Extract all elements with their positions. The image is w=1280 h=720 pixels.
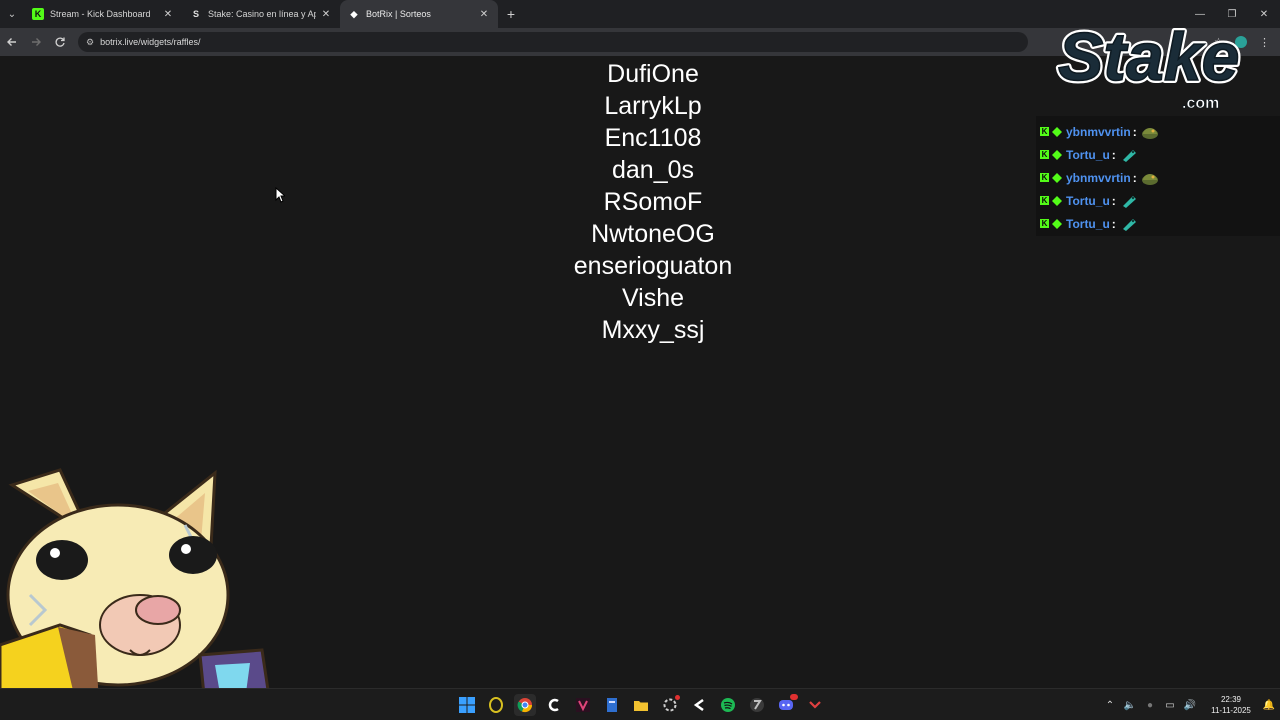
opera-gx-icon[interactable] bbox=[485, 694, 507, 716]
clock-date: 11-11-2025 bbox=[1211, 706, 1251, 715]
close-tab-icon[interactable]: ✕ bbox=[320, 9, 332, 20]
chat-overlay: K ybnmvvrtin : K Tortu_u : K ybnmvvrtin … bbox=[1036, 116, 1280, 236]
notification-bell-icon[interactable]: 🔔 bbox=[1258, 700, 1280, 711]
taskbar-apps bbox=[452, 689, 829, 720]
close-tab-icon[interactable]: ✕ bbox=[162, 9, 174, 20]
chrome-icon[interactable] bbox=[513, 694, 536, 716]
diamond-badge-icon bbox=[1052, 126, 1062, 137]
chat-message: K ybnmvvrtin : bbox=[1036, 120, 1280, 143]
mouse-cursor-icon bbox=[275, 187, 285, 203]
chat-username: Tortu_u bbox=[1066, 193, 1110, 208]
chat-message: K Tortu_u : bbox=[1036, 189, 1280, 212]
teal-fish-emote-icon bbox=[1122, 195, 1136, 208]
chat-message: K Tortu_u : bbox=[1036, 212, 1280, 235]
diamond-badge-icon bbox=[1052, 149, 1062, 160]
chat-colon: : bbox=[1111, 216, 1116, 231]
chat-colon: : bbox=[1111, 193, 1116, 208]
tab-stake[interactable]: S Stake: Casino en línea y Apuest ✕ bbox=[182, 0, 340, 28]
media-app-icon[interactable] bbox=[572, 694, 594, 716]
forward-arrow-icon bbox=[32, 38, 41, 46]
chat-colon: : bbox=[1111, 147, 1116, 162]
clock-time: 22:39 bbox=[1220, 695, 1242, 704]
raffle-winners-list: DufiOne LarrykLp Enc1108 dan_0s RSomoF N… bbox=[453, 58, 853, 346]
botrix-favicon-icon: ◆ bbox=[350, 8, 358, 19]
army-helmet-emote-icon bbox=[1141, 127, 1158, 139]
editor-app-icon[interactable] bbox=[601, 694, 623, 716]
tab-kick-dashboard[interactable]: K Stream - Kick Dashboard ✕ bbox=[24, 0, 182, 28]
winner-name: enserioguaton bbox=[573, 252, 733, 280]
kick-badge-icon: K bbox=[1040, 219, 1049, 228]
kick-badge-icon: K bbox=[1040, 173, 1049, 182]
microphone-icon[interactable]: ● bbox=[1140, 700, 1160, 711]
close-tab-icon[interactable]: ✕ bbox=[478, 9, 490, 20]
discord-icon[interactable] bbox=[775, 694, 798, 716]
tab-title: Stake: Casino en línea y Apuest bbox=[208, 9, 316, 19]
winner-name: NwtoneOG bbox=[591, 220, 715, 248]
kick-badge-icon: K bbox=[1040, 196, 1049, 205]
kick-badge-icon: K bbox=[1040, 127, 1049, 136]
winner-name: Mxxy_ssj bbox=[601, 316, 705, 344]
tab-title: Stream - Kick Dashboard bbox=[50, 9, 151, 19]
chat-message: K Tortu_u : bbox=[1036, 143, 1280, 166]
back-arrow-icon bbox=[7, 38, 16, 46]
teal-fish-emote-icon bbox=[1122, 218, 1136, 231]
back-button[interactable] bbox=[0, 28, 24, 56]
system-tray: ⌃ 🔈 ● ▭ 🔊 22:39 11-11-2025 🔔 bbox=[1100, 689, 1280, 720]
winner-name: Vishe bbox=[621, 284, 685, 312]
mail-app-icon[interactable] bbox=[804, 694, 826, 716]
winner-name: dan_0s bbox=[611, 156, 695, 184]
windows-taskbar: ⌃ 🔈 ● ▭ 🔊 22:39 11-11-2025 🔔 bbox=[0, 688, 1280, 720]
address-bar-url: botrix.live/widgets/raffles/ bbox=[100, 37, 201, 47]
diamond-badge-icon bbox=[1052, 172, 1062, 183]
chat-username: Tortu_u bbox=[1066, 216, 1110, 231]
chat-colon: : bbox=[1132, 124, 1137, 139]
svg-text:.com: .com bbox=[1182, 95, 1219, 112]
kick-badge-icon: K bbox=[1040, 150, 1049, 159]
menu-kebab-icon[interactable]: ⋮ bbox=[1259, 36, 1270, 49]
army-helmet-emote-icon bbox=[1141, 173, 1158, 185]
site-info-icon[interactable]: ⚙ bbox=[86, 37, 94, 48]
chat-message: K ybnmvvrtin : bbox=[1036, 166, 1280, 189]
diamond-badge-icon bbox=[1052, 218, 1062, 229]
network-icon[interactable]: ▭ bbox=[1160, 700, 1180, 711]
chat-username: ybnmvvrtin bbox=[1066, 124, 1131, 139]
tab-title: BotRix | Sorteos bbox=[366, 9, 431, 19]
reload-button[interactable] bbox=[48, 28, 72, 56]
address-bar[interactable]: ⚙ botrix.live/widgets/raffles/ bbox=[78, 32, 1028, 52]
chevron-up-icon[interactable]: ⌃ bbox=[1100, 700, 1120, 711]
speaker-icon[interactable]: 🔈 bbox=[1120, 700, 1140, 711]
settings-app-icon[interactable] bbox=[659, 694, 681, 716]
new-tab-button[interactable]: + bbox=[498, 6, 524, 22]
svg-text:Stake: Stake bbox=[1058, 19, 1239, 95]
screen: ⌄ K Stream - Kick Dashboard ✕ S Stake: C… bbox=[0, 0, 1280, 720]
chat-username: ybnmvvrtin bbox=[1066, 170, 1131, 185]
spotify-icon[interactable] bbox=[717, 694, 739, 716]
windows-start-icon[interactable] bbox=[456, 694, 478, 716]
diamond-badge-icon bbox=[1052, 195, 1062, 206]
file-explorer-icon[interactable] bbox=[630, 694, 652, 716]
reload-icon bbox=[55, 37, 65, 47]
winner-name: DufiOne bbox=[607, 60, 699, 88]
streaming-app-icon[interactable] bbox=[688, 694, 710, 716]
teal-fish-emote-icon bbox=[1122, 149, 1136, 162]
winner-name: RSomoF bbox=[603, 188, 703, 216]
cat-mascot-overlay bbox=[0, 468, 270, 720]
chat-colon: : bbox=[1132, 170, 1137, 185]
tab-search-chevron-icon[interactable]: ⌄ bbox=[0, 0, 24, 28]
winner-name: LarrykLp bbox=[604, 92, 702, 120]
chat-username: Tortu_u bbox=[1066, 147, 1110, 162]
game-client-icon[interactable] bbox=[746, 694, 768, 716]
kick-favicon-icon: K bbox=[32, 8, 44, 20]
volume-icon[interactable]: 🔊 bbox=[1180, 700, 1200, 711]
tab-botrix-sorteos[interactable]: ◆ BotRix | Sorteos ✕ bbox=[340, 0, 498, 28]
forward-button[interactable] bbox=[24, 28, 48, 56]
stake-favicon-icon: S bbox=[192, 9, 199, 19]
winner-name: Enc1108 bbox=[604, 124, 702, 152]
ccleaner-icon[interactable] bbox=[543, 694, 565, 716]
stake-logo: Stake Stake .com bbox=[1055, 16, 1242, 112]
system-clock[interactable]: 22:39 11-11-2025 bbox=[1204, 694, 1258, 716]
